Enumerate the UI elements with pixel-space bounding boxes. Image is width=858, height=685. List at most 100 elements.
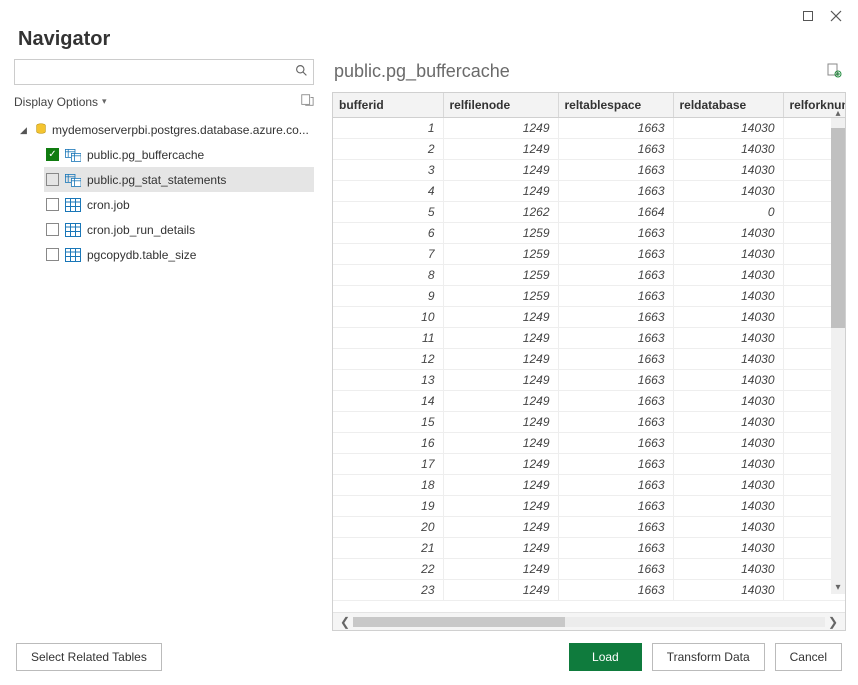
tree-item-label: pgcopydb.table_size <box>87 248 196 262</box>
transform-data-button[interactable]: Transform Data <box>652 643 765 671</box>
chevron-down-icon: ▾ <box>102 96 107 107</box>
cell: 14030 <box>673 390 783 411</box>
tree-item-label: cron.job <box>87 198 130 212</box>
checkbox[interactable] <box>46 223 59 236</box>
cell: 14030 <box>673 285 783 306</box>
cell: 1249 <box>443 117 558 138</box>
cell: 1 <box>333 117 443 138</box>
scroll-right-icon[interactable]: ❯ <box>825 615 841 629</box>
table-row[interactable]: 1312491663140300 <box>333 369 845 390</box>
cell: 0 <box>673 201 783 222</box>
view-icon <box>65 173 81 187</box>
cell: 5 <box>333 201 443 222</box>
search-input[interactable] <box>15 60 289 84</box>
horizontal-scrollbar[interactable]: ❮ ❯ <box>333 612 845 630</box>
load-button[interactable]: Load <box>569 643 642 671</box>
column-header[interactable]: relfilenode <box>443 93 558 117</box>
table-row[interactable]: 1612491663140300 <box>333 432 845 453</box>
cell: 14030 <box>673 537 783 558</box>
column-header[interactable]: reltablespace <box>558 93 673 117</box>
cell: 7 <box>333 243 443 264</box>
cell: 1249 <box>443 516 558 537</box>
cell: 13 <box>333 369 443 390</box>
table-row[interactable]: 712591663140300 <box>333 243 845 264</box>
cell: 1249 <box>443 558 558 579</box>
table-row[interactable]: 112491663140300 <box>333 117 845 138</box>
vertical-scrollbar[interactable]: ▴ ▾ <box>831 118 845 594</box>
search-box[interactable] <box>14 59 314 85</box>
refresh-icon[interactable] <box>300 93 314 110</box>
scroll-up-icon[interactable]: ▴ <box>831 106 845 120</box>
table-row[interactable]: 812591663140300 <box>333 264 845 285</box>
table-row[interactable]: 2212491663140300 <box>333 558 845 579</box>
scroll-down-icon[interactable]: ▾ <box>831 580 845 594</box>
table-row[interactable]: 1712491663140300 <box>333 453 845 474</box>
cell: 1663 <box>558 306 673 327</box>
cell: 1259 <box>443 264 558 285</box>
object-tree: ◢ mydemoserverpbi.postgres.database.azur… <box>14 114 314 631</box>
table-row[interactable]: 2012491663140300 <box>333 516 845 537</box>
cell: 1663 <box>558 348 673 369</box>
cell: 1663 <box>558 516 673 537</box>
column-header[interactable]: bufferid <box>333 93 443 117</box>
cell: 1259 <box>443 222 558 243</box>
table-row[interactable]: 1212491663140300 <box>333 348 845 369</box>
checkbox[interactable]: ✓ <box>46 148 59 161</box>
cell: 4 <box>333 180 443 201</box>
cell: 10 <box>333 306 443 327</box>
window-restore-icon[interactable] <box>794 6 822 26</box>
preview-options-icon[interactable] <box>826 62 842 81</box>
cell: 1663 <box>558 474 673 495</box>
data-grid: bufferidrelfilenodereltablespacereldatab… <box>332 92 846 631</box>
cell: 14030 <box>673 243 783 264</box>
table-row[interactable]: 2312491663140300 <box>333 579 845 600</box>
cell: 20 <box>333 516 443 537</box>
table-row[interactable]: 1412491663140300 <box>333 390 845 411</box>
tree-database-node[interactable]: ◢ mydemoserverpbi.postgres.database.azur… <box>20 118 314 142</box>
cell: 1663 <box>558 411 673 432</box>
cell: 1249 <box>443 453 558 474</box>
table-row[interactable]: 412491663140300 <box>333 180 845 201</box>
search-icon[interactable] <box>289 64 313 80</box>
display-options-dropdown[interactable]: Display Options ▾ <box>14 95 107 109</box>
table-row[interactable]: 51262166400 <box>333 201 845 222</box>
table-row[interactable]: 1112491663140300 <box>333 327 845 348</box>
tree-item-label: public.pg_buffercache <box>87 148 204 162</box>
tree-item[interactable]: pgcopydb.table_size <box>44 242 314 267</box>
cell: 1249 <box>443 411 558 432</box>
table-row[interactable]: 612591663140300 <box>333 222 845 243</box>
cell: 14030 <box>673 579 783 600</box>
cell: 1249 <box>443 495 558 516</box>
tree-item[interactable]: cron.job <box>44 192 314 217</box>
cell: 14030 <box>673 495 783 516</box>
table-row[interactable]: 312491663140300 <box>333 159 845 180</box>
scroll-left-icon[interactable]: ❮ <box>337 615 353 629</box>
cell: 14030 <box>673 264 783 285</box>
table-row[interactable]: 1812491663140300 <box>333 474 845 495</box>
checkbox[interactable] <box>46 173 59 186</box>
checkbox[interactable] <box>46 198 59 211</box>
table-row[interactable]: 2112491663140300 <box>333 537 845 558</box>
cancel-button[interactable]: Cancel <box>775 643 842 671</box>
table-row[interactable]: 1012491663140300 <box>333 306 845 327</box>
hscroll-thumb[interactable] <box>353 617 565 627</box>
cell: 1259 <box>443 285 558 306</box>
tree-item[interactable]: cron.job_run_details <box>44 217 314 242</box>
column-header[interactable]: reldatabase <box>673 93 783 117</box>
caret-down-icon: ◢ <box>20 125 30 136</box>
cell: 14030 <box>673 159 783 180</box>
select-related-tables-button[interactable]: Select Related Tables <box>16 643 162 671</box>
cell: 1249 <box>443 390 558 411</box>
cell: 22 <box>333 558 443 579</box>
checkbox[interactable] <box>46 248 59 261</box>
window-close-icon[interactable] <box>822 6 850 26</box>
table-row[interactable]: 212491663140302 <box>333 138 845 159</box>
tree-item[interactable]: ✓ public.pg_buffercache <box>44 142 314 167</box>
table-row[interactable]: 912591663140300 <box>333 285 845 306</box>
scroll-thumb[interactable] <box>831 128 845 328</box>
table-row[interactable]: 1912491663140300 <box>333 495 845 516</box>
preview-pane: public.pg_buffercache bufferidrelfilenod… <box>332 59 846 631</box>
tree-item[interactable]: public.pg_stat_statements <box>44 167 314 192</box>
cell: 14030 <box>673 516 783 537</box>
table-row[interactable]: 1512491663140300 <box>333 411 845 432</box>
